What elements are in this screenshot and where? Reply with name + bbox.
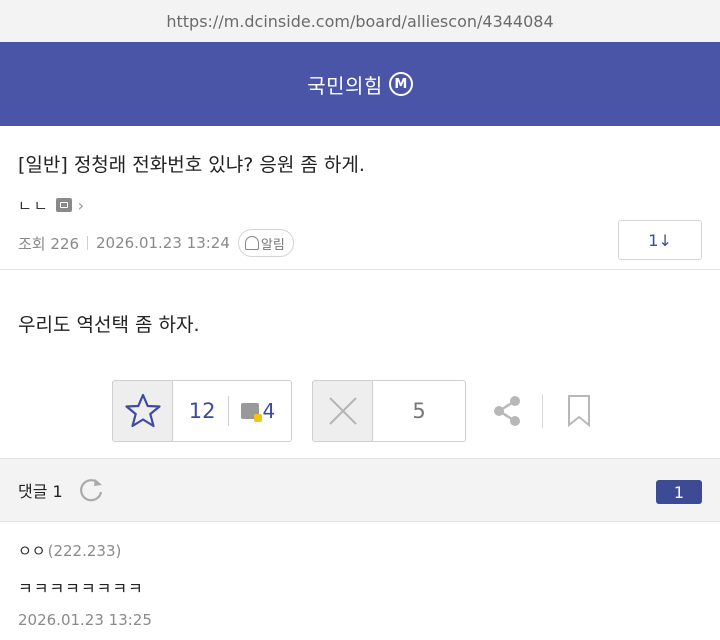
author-nickname[interactable]: ㄴㄴ xyxy=(18,195,50,216)
alarm-label: 알림 xyxy=(260,237,285,253)
recommend-box: 12 4 xyxy=(112,380,292,442)
comment-ip: (222.233) xyxy=(47,541,122,560)
fixed-recommend: 4 xyxy=(240,399,276,423)
url-text[interactable]: https://m.dcinside.com/board/alliescon/4… xyxy=(166,12,553,31)
post-meta: 조회 226 2026.01.23 13:24 알림 xyxy=(18,229,702,257)
recommend-count: 12 xyxy=(188,399,216,423)
share-icon[interactable] xyxy=(490,394,524,428)
minor-gallery-badge: M xyxy=(388,72,413,96)
comment-author-row[interactable]: ㅇㅇ (222.233) xyxy=(18,540,702,561)
recommend-button[interactable] xyxy=(113,381,173,441)
post-body: 우리도 역선택 좀 하자. xyxy=(18,314,200,336)
star-icon xyxy=(124,393,161,428)
jump-to-comments-button[interactable]: 1↓ xyxy=(618,220,702,260)
gallery-header: 국민의힘 M xyxy=(0,42,720,126)
comment-author[interactable]: ㅇㅇ xyxy=(18,540,46,561)
bookmark-icon[interactable] xyxy=(566,394,592,428)
comment-item: ㅇㅇ (222.233) ㅋㅋㅋㅋㅋㅋㅋㅋ 2026.01.23 13:25 xyxy=(0,522,720,640)
not-recommend-button[interactable] xyxy=(313,381,373,441)
alarm-button[interactable]: 알림 xyxy=(237,229,294,257)
close-icon xyxy=(328,397,357,425)
vote-area: 12 4 5 xyxy=(0,380,720,458)
comment-header: 댓글 1 1 xyxy=(0,458,720,522)
divider xyxy=(227,396,229,426)
comment-count-badge: 1 xyxy=(656,480,702,504)
divider xyxy=(542,394,543,428)
fixed-user-icon xyxy=(240,403,262,422)
not-recommend-count: 5 xyxy=(412,399,426,423)
author-row[interactable]: ㄴㄴ › xyxy=(18,195,702,215)
divider xyxy=(87,236,88,250)
chevron-right-icon[interactable]: › xyxy=(78,196,84,215)
comment-text: ㅋㅋㅋㅋㅋㅋㅋㅋ xyxy=(18,579,144,598)
refresh-icon[interactable] xyxy=(77,476,105,504)
comment-label: 댓글 1 xyxy=(18,482,63,501)
bell-icon xyxy=(244,236,259,250)
post-header: [일반] 정청래 전화번호 있냐? 응원 좀 하게. ㄴㄴ › 조회 226 2… xyxy=(0,126,720,270)
fixed-user-icon xyxy=(55,198,72,212)
view-count: 조회 226 xyxy=(18,234,79,253)
post-title: [일반] 정청래 전화번호 있냐? 응원 좀 하게. xyxy=(18,154,365,176)
fixed-recommend-count: 4 xyxy=(262,399,276,423)
comment-date: 2026.01.23 13:25 xyxy=(18,611,152,629)
post-date: 2026.01.23 13:24 xyxy=(96,234,230,252)
not-recommend-box: 5 xyxy=(312,380,466,442)
recommend-counts: 12 4 xyxy=(173,381,291,441)
gallery-title[interactable]: 국민의힘 xyxy=(307,70,383,99)
address-bar[interactable]: https://m.dcinside.com/board/alliescon/4… xyxy=(0,0,720,42)
